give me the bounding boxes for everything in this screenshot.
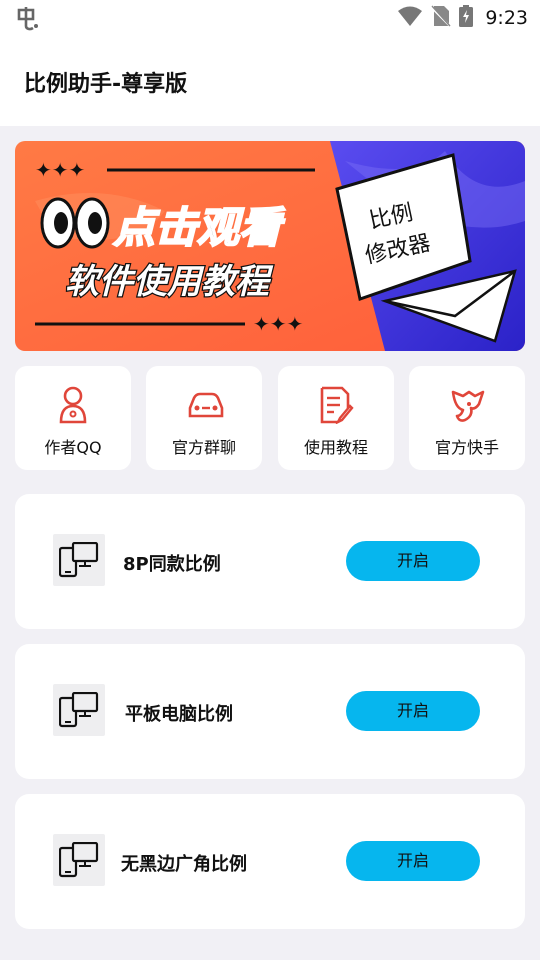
mode-label: 无黑边广角比例	[121, 854, 247, 875]
battery-charging-icon	[459, 5, 474, 31]
status-time: 9:23	[485, 7, 528, 29]
banner-subheadline: 软件使用教程	[65, 262, 274, 302]
mode-card-wide-angle: 无黑边广角比例 开启	[15, 794, 525, 929]
car-icon	[186, 386, 224, 424]
quick-kuaishou[interactable]: 官方快手	[409, 366, 525, 470]
app-notification-icon	[14, 6, 42, 32]
status-bar: 9:23	[0, 0, 540, 36]
quick-label: 官方快手	[434, 438, 499, 457]
phone-monitor-icon	[53, 684, 105, 736]
sparkle-icon: ✦✦✦	[35, 158, 85, 182]
svg-text:✦✦✦: ✦✦✦	[35, 158, 85, 182]
svg-text:✦✦✦: ✦✦✦	[253, 312, 303, 336]
quick-label: 使用教程	[303, 438, 368, 457]
enable-button[interactable]: 开启	[346, 841, 480, 881]
mode-card-8p: 8P同款比例 开启	[15, 494, 525, 629]
quick-tutorial[interactable]: 使用教程	[278, 366, 394, 470]
tutorial-banner[interactable]: ✦✦✦ ✦✦✦ 点击观看 软件使用教程 比例 修改器	[15, 141, 525, 351]
mode-card-tablet: 平板电脑比例 开启	[15, 644, 525, 779]
enable-button[interactable]: 开启	[346, 541, 480, 581]
phone-monitor-icon	[53, 834, 105, 886]
quick-actions: 作者QQ 官方群聊 使用教程 官方快手	[15, 366, 525, 472]
document-edit-icon	[318, 386, 354, 425]
sparkle-icon: ✦✦✦	[253, 312, 303, 336]
page-title: 比例助手-尊享版	[24, 72, 188, 97]
enable-button[interactable]: 开启	[346, 691, 480, 731]
quick-official-group[interactable]: 官方群聊	[146, 366, 262, 470]
app-bar: 比例助手-尊享版	[0, 36, 540, 126]
phone-monitor-icon	[53, 534, 105, 586]
person-icon	[55, 386, 91, 424]
quick-label: 官方群聊	[171, 438, 236, 457]
wifi-icon	[397, 5, 423, 31]
quick-author-qq[interactable]: 作者QQ	[15, 366, 131, 470]
no-sim-icon	[430, 5, 453, 31]
banner-headline: 点击观看	[113, 203, 285, 252]
kuaishou-icon	[449, 386, 485, 424]
mode-label: 平板电脑比例	[125, 704, 233, 725]
mode-label: 8P同款比例	[123, 554, 221, 575]
quick-label: 作者QQ	[44, 438, 102, 457]
